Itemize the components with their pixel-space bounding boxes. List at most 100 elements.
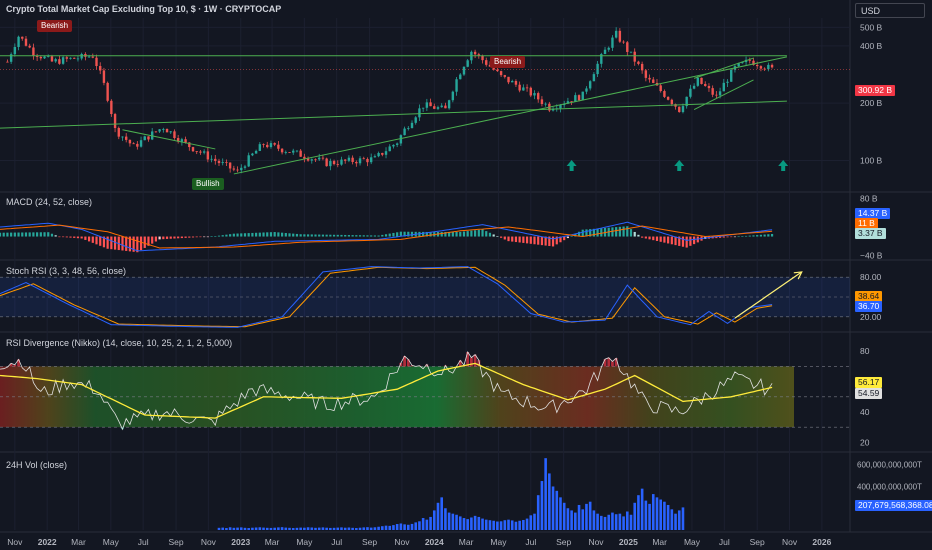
candle-body	[392, 144, 395, 147]
macd-histogram-bar	[633, 231, 636, 237]
candle-body	[184, 139, 187, 143]
candle-body	[596, 63, 599, 75]
macd-histogram-bar	[726, 236, 729, 238]
macd-histogram-bar	[110, 236, 113, 250]
macd-histogram-bar	[99, 236, 102, 246]
x-tick-label: Sep	[750, 537, 765, 547]
x-tick-label: May	[684, 537, 701, 547]
volume-bar	[566, 508, 570, 530]
volume-bar	[343, 527, 347, 530]
candle-body	[681, 106, 685, 113]
macd-histogram-bar	[69, 236, 72, 238]
macd-histogram-bar	[225, 234, 228, 237]
candle-body	[577, 95, 581, 101]
macd-histogram-bar	[17, 232, 20, 237]
macd-histogram-bar	[73, 236, 76, 238]
candle-body	[162, 128, 165, 130]
candle-body	[481, 55, 484, 61]
x-tick-label: Nov	[7, 537, 23, 547]
candle-body	[421, 107, 425, 109]
macd-histogram-bar	[681, 236, 685, 247]
macd-histogram-bar	[351, 235, 354, 237]
x-tick-label: Nov	[588, 537, 604, 547]
macd-tick-label: −40 B	[860, 251, 883, 261]
candle-body	[128, 139, 132, 144]
candle-body	[199, 151, 202, 153]
x-tick-label: May	[103, 537, 120, 547]
macd-histogram-bar	[318, 234, 321, 237]
candle-body	[355, 161, 358, 164]
candle-body	[240, 167, 243, 171]
candle-body	[206, 151, 210, 160]
macd-histogram-bar	[748, 235, 751, 237]
macd-histogram-bar	[358, 235, 362, 237]
macd-histogram-bar	[377, 235, 380, 237]
candle-body	[280, 148, 284, 153]
volume-bar	[299, 527, 302, 530]
candle-body	[373, 156, 377, 158]
candle-body	[381, 152, 384, 155]
candle-body	[496, 69, 499, 72]
candle-body	[262, 144, 265, 145]
volume-bar	[273, 527, 276, 530]
candle-body	[663, 91, 666, 97]
candle-body	[414, 117, 417, 123]
volume-bar	[455, 514, 458, 530]
volume-bar	[600, 515, 603, 530]
x-tick-label: Sep	[168, 537, 183, 547]
volume-bar	[533, 513, 536, 530]
macd-histogram-bar	[54, 235, 57, 237]
candle-body	[633, 51, 636, 62]
currency-selector[interactable]: USD	[855, 3, 925, 18]
candle-body	[618, 30, 622, 42]
up-arrow-icon	[778, 160, 789, 171]
x-tick-label: 2024	[425, 537, 444, 547]
macd-histogram-bar	[511, 236, 514, 242]
macd-histogram-bar	[488, 232, 492, 237]
volume-bar	[329, 527, 332, 530]
trendline	[0, 100, 787, 129]
macd-pane-title: MACD (24, 52, close)	[6, 197, 93, 207]
candle-body	[284, 152, 288, 153]
volume-bar	[585, 503, 588, 530]
volume-bar	[225, 528, 228, 530]
candle-body	[537, 93, 540, 100]
x-tick-label: Jul	[331, 537, 342, 547]
chart-canvas: Nov 2022 Mar May Jul Sep Nov 2023 Mar May Jul Sep No…	[0, 0, 932, 547]
volume-bar	[392, 525, 395, 530]
candle-body	[574, 95, 577, 102]
volume-bar	[355, 528, 358, 530]
volume-bar	[314, 527, 317, 530]
volume-bar	[325, 527, 328, 530]
macd-histogram-bar	[217, 235, 221, 237]
candle-body	[652, 79, 655, 83]
macd-histogram-bar	[184, 236, 187, 238]
macd-histogram-bar	[451, 231, 454, 237]
candle-body	[225, 162, 228, 163]
volume-bar	[340, 527, 343, 530]
candle-body	[214, 158, 217, 161]
macd-histogram-bar	[744, 235, 748, 237]
volume-bar	[303, 527, 306, 530]
x-tick-label: Sep	[556, 537, 571, 547]
macd-histogram-bar	[210, 236, 213, 237]
volume-bar	[618, 513, 622, 530]
volume-bar	[247, 528, 250, 530]
volume-bar	[384, 525, 388, 530]
candle-body	[6, 61, 9, 63]
volume-bar	[462, 518, 466, 530]
x-tick-label: Jul	[525, 537, 536, 547]
x-tick-label: Nov	[782, 537, 798, 547]
candle-body	[678, 106, 681, 113]
candle-body	[473, 51, 477, 55]
macd-histogram-bar	[232, 233, 235, 237]
x-tick-label: 2023	[231, 537, 250, 547]
candle-body	[726, 81, 729, 83]
macd-histogram-bar	[596, 228, 599, 237]
macd-histogram-bar	[499, 236, 503, 238]
candle-body	[666, 96, 670, 100]
candle-body	[767, 64, 770, 70]
volume-bar	[622, 516, 625, 530]
candle-body	[47, 56, 50, 58]
candle-body	[143, 136, 146, 141]
